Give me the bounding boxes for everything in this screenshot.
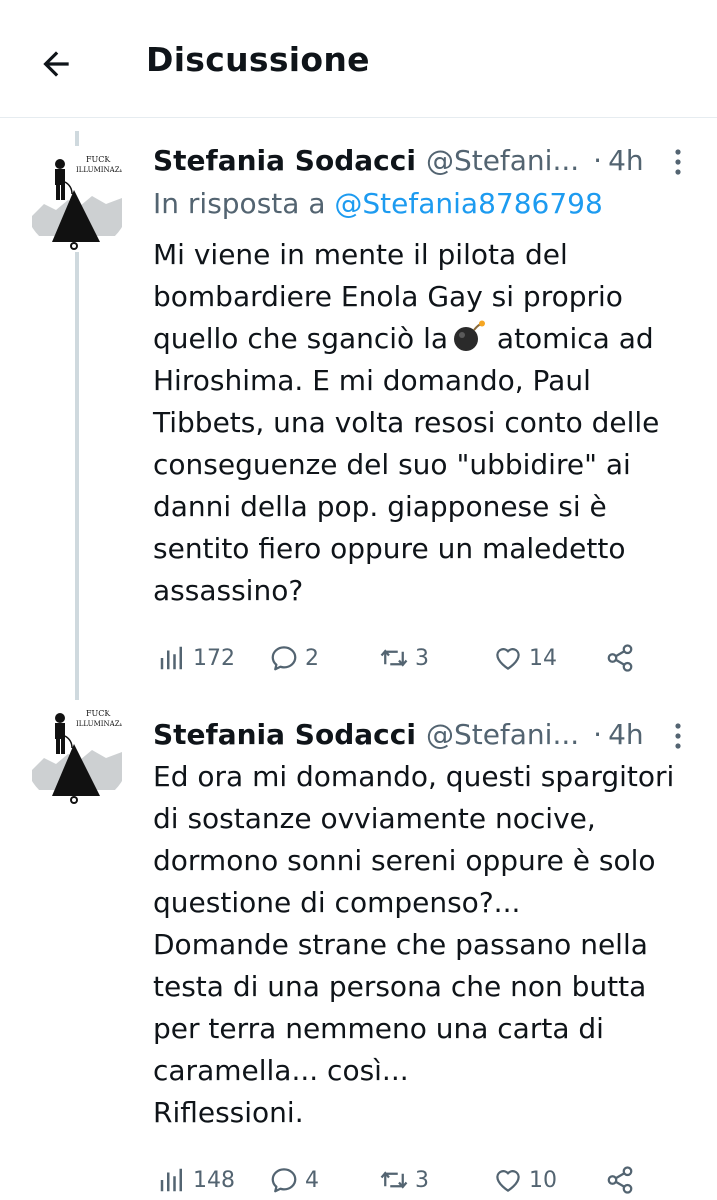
more-vertical-icon (675, 723, 681, 749)
tweet-actions: 172 2 3 14 (157, 638, 677, 678)
reply-to-handle-link[interactable]: @Stefania8786798 (334, 187, 602, 220)
svg-text:FUCK: FUCK (86, 155, 111, 164)
reply-icon (271, 646, 297, 671)
tweet-time[interactable]: 4h (608, 144, 644, 177)
reply-button[interactable]: 2 (269, 638, 319, 678)
like-button[interactable]: 14 (493, 638, 557, 678)
replies-count: 4 (305, 1167, 319, 1193)
tweet-header: Stefania Sodacci @Stefani... · 4h (153, 140, 693, 180)
separator-dot: · (593, 143, 603, 177)
analytics-icon (160, 646, 182, 670)
likes-count: 14 (529, 645, 557, 671)
author-handle[interactable]: @Stefani... (426, 144, 579, 177)
svg-text:ILLUMINAZIS: ILLUMINAZIS (76, 166, 127, 174)
reply-button[interactable]: 4 (269, 1160, 319, 1200)
page-title: Discussione (146, 40, 370, 79)
more-options-button[interactable] (660, 716, 696, 756)
bomb-emoji-icon (454, 320, 486, 351)
retweet-icon (380, 649, 408, 667)
back-arrow-icon (43, 51, 69, 77)
more-options-button[interactable] (660, 142, 696, 182)
reply-prefix: In risposta a (153, 187, 326, 220)
views-count: 148 (193, 1167, 235, 1193)
author-name[interactable]: Stefania Sodacci (153, 718, 416, 751)
share-icon (607, 644, 633, 672)
top-bar: Discussione (0, 0, 717, 118)
like-button[interactable]: 10 (493, 1160, 557, 1200)
svg-text:ILLUMINAZIS: ILLUMINAZIS (76, 720, 127, 728)
retweet-button[interactable]: 3 (379, 638, 429, 678)
retweets-count: 3 (415, 1167, 429, 1193)
avatar-image: FUCK ILLUMINAZIS (24, 700, 130, 806)
avatar[interactable]: FUCK ILLUMINAZIS (24, 146, 130, 252)
more-vertical-icon (675, 149, 681, 175)
analytics-icon (160, 1168, 182, 1192)
avatar-image: FUCK ILLUMINAZIS (24, 146, 130, 252)
avatar[interactable]: FUCK ILLUMINAZIS (24, 700, 130, 806)
share-button[interactable] (605, 1160, 635, 1200)
reply-context: In risposta a @Stefania8786798 (153, 187, 603, 220)
tweet[interactable]: FUCK ILLUMINAZIS Stefania Sodacci @Stefa… (0, 126, 717, 692)
author-handle[interactable]: @Stefani... (426, 718, 579, 751)
tweet[interactable]: FUCK ILLUMINAZIS Stefania Sodacci @Stefa… (0, 700, 717, 1199)
tweet-actions: 148 4 3 10 (157, 1160, 677, 1200)
tweet-text: Mi viene in mente il pilota del bombardi… (153, 234, 701, 612)
reply-icon (271, 1168, 297, 1193)
views-button[interactable]: 172 (157, 638, 235, 678)
views-button[interactable]: 148 (157, 1160, 235, 1200)
share-icon (607, 1166, 633, 1194)
heart-icon (496, 648, 520, 670)
author-name[interactable]: Stefania Sodacci (153, 144, 416, 177)
retweet-button[interactable]: 3 (379, 1160, 429, 1200)
likes-count: 10 (529, 1167, 557, 1193)
separator-dot: · (593, 717, 603, 751)
share-button[interactable] (605, 638, 635, 678)
tweet-text-part: atomica ad Hiroshima. E mi domando, Paul… (153, 322, 660, 607)
retweet-icon (380, 1171, 408, 1189)
views-count: 172 (193, 645, 235, 671)
back-button[interactable] (30, 38, 82, 90)
retweets-count: 3 (415, 645, 429, 671)
tweet-text: Ed ora mi domando, questi spargitori di … (153, 760, 675, 1129)
replies-count: 2 (305, 645, 319, 671)
tweet-header: Stefania Sodacci @Stefani... · 4h (153, 714, 693, 754)
heart-icon (496, 1170, 520, 1192)
svg-text:FUCK: FUCK (86, 709, 111, 718)
tweet-time[interactable]: 4h (608, 718, 644, 751)
